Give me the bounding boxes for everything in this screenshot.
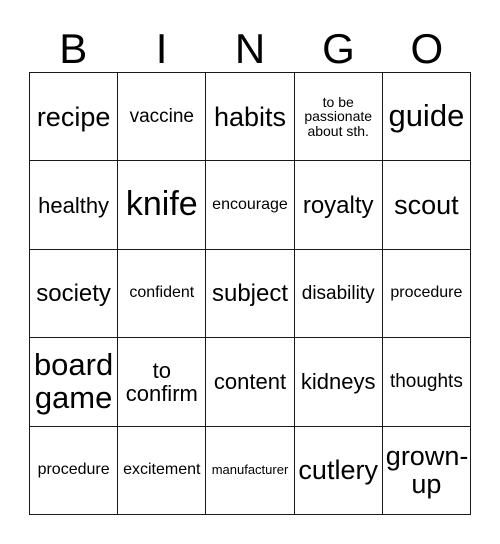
bingo-cell[interactable]: board game — [30, 338, 119, 427]
bingo-cell[interactable]: to confirm — [118, 338, 207, 427]
bingo-cell[interactable]: cutlery — [294, 426, 383, 515]
bingo-header-row: B I N G O — [29, 18, 471, 72]
bingo-cell[interactable]: habits — [206, 73, 295, 162]
bingo-cell[interactable]: procedure — [382, 249, 471, 339]
bingo-cell[interactable]: confident — [118, 249, 207, 339]
bingo-cell-label: knife — [125, 185, 198, 224]
bingo-grid: recipe vaccine habits to be passionate a… — [29, 72, 471, 515]
bingo-cell[interactable]: royalty — [294, 161, 383, 250]
bingo-cell-label: to confirm — [125, 357, 198, 406]
bingo-cell-label: excitement — [123, 460, 201, 478]
bingo-cell-label: encourage — [212, 195, 288, 213]
bingo-cell[interactable]: thoughts — [382, 338, 471, 427]
bingo-cell-label: to be passionate about sth. — [304, 93, 373, 140]
bingo-cell-label: procedure — [390, 284, 463, 302]
bingo-header-letter-o: O — [410, 25, 444, 72]
bingo-cell-label: vaccine — [129, 105, 194, 127]
bingo-cell-label: healthy — [38, 192, 110, 218]
bingo-cell[interactable]: scout — [382, 161, 471, 250]
bingo-cell-label: thoughts — [389, 370, 463, 392]
bingo-cell-label: royalty — [302, 191, 374, 219]
bingo-cell-label: disability — [301, 282, 375, 304]
bingo-cell[interactable]: disability — [294, 249, 383, 339]
bingo-cell-label: subject — [211, 279, 289, 307]
bingo-cell[interactable]: recipe — [30, 73, 119, 162]
bingo-cell-label: cutlery — [298, 455, 378, 486]
bingo-cell-label: board game — [33, 347, 114, 415]
bingo-cell-label: procedure — [37, 460, 110, 478]
bingo-cell[interactable]: guide — [382, 73, 471, 162]
bingo-cell-label: guide — [388, 98, 465, 134]
bingo-cell[interactable]: society — [30, 249, 119, 339]
bingo-cell[interactable]: to be passionate about sth. — [294, 73, 383, 162]
bingo-cell-label: manufacturer — [211, 462, 289, 478]
bingo-cell[interactable]: encourage — [206, 161, 295, 250]
bingo-cell-label: confident — [129, 284, 195, 302]
bingo-header-letter-g: G — [322, 25, 355, 72]
bingo-cell[interactable]: grown- up — [382, 426, 471, 515]
bingo-cell[interactable]: vaccine — [118, 73, 207, 162]
bingo-cell[interactable]: procedure — [30, 426, 119, 515]
bingo-header-letter-n: N — [234, 25, 266, 72]
bingo-cell-label: habits — [213, 101, 287, 132]
bingo-cell[interactable]: subject — [206, 249, 295, 339]
bingo-cell-label: grown- up — [385, 440, 469, 500]
bingo-cell[interactable]: kidneys — [294, 338, 383, 427]
bingo-cell-label: recipe — [36, 101, 111, 132]
bingo-header-letter-i: I — [155, 25, 168, 72]
bingo-cell[interactable]: healthy — [30, 161, 119, 250]
bingo-cell-label: society — [36, 279, 111, 307]
bingo-cell-label: content — [213, 369, 287, 395]
bingo-cell[interactable]: content — [206, 338, 295, 427]
bingo-card: B I N G O recipe vaccine habits to be pa… — [0, 0, 500, 544]
bingo-cell-label: kidneys — [300, 369, 376, 395]
bingo-cell[interactable]: knife — [118, 161, 207, 250]
bingo-cell-label: scout — [394, 189, 459, 220]
bingo-cell[interactable]: excitement — [118, 426, 207, 515]
bingo-header-letter-b: B — [59, 25, 88, 72]
bingo-cell[interactable]: manufacturer — [206, 426, 295, 515]
